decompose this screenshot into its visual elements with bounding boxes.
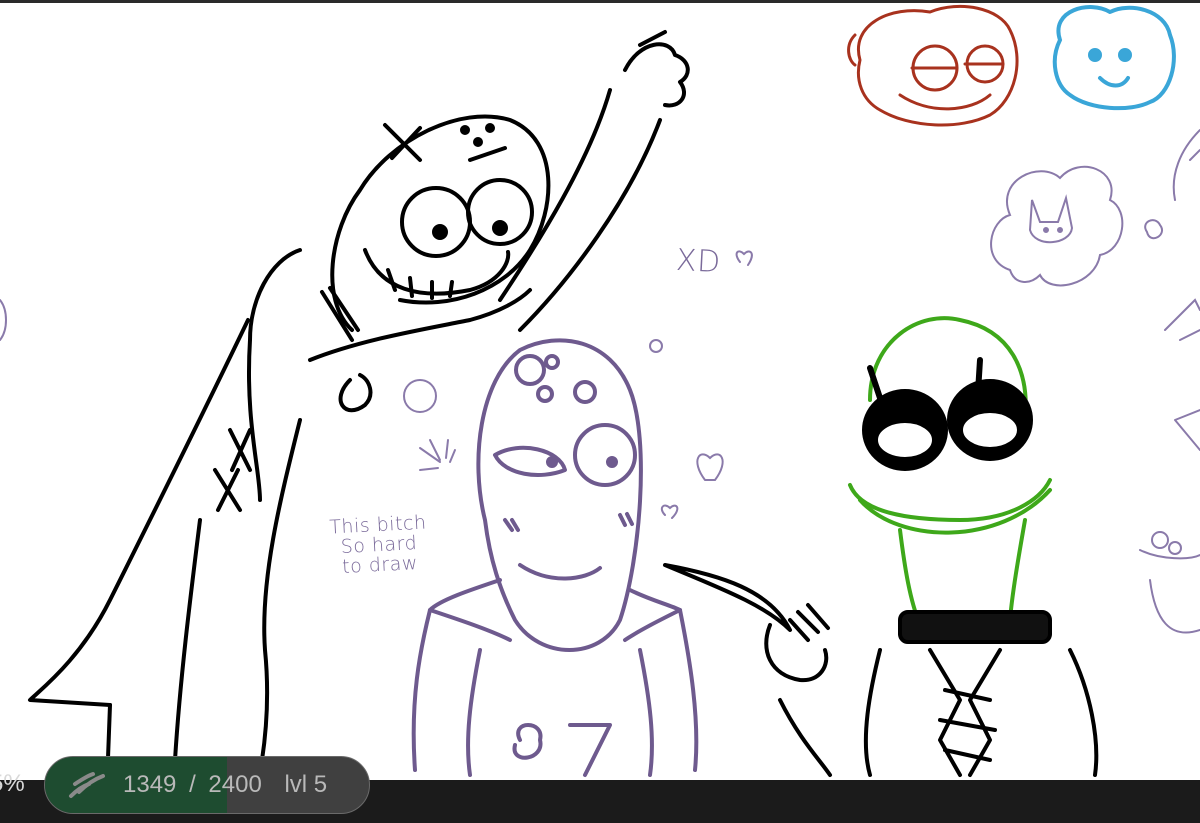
- zoom-level: 5%: [0, 770, 25, 797]
- progress-text: 1349 / 2400 lvl 5: [123, 771, 333, 799]
- sketch-layer: [0, 4, 1200, 777]
- purple-character-sketch: [411, 338, 699, 777]
- progress-separator: /: [189, 771, 196, 798]
- progress-level: lvl 5: [284, 771, 328, 798]
- progress-current: 1349: [123, 771, 177, 798]
- green-character-outfit: [663, 563, 1099, 777]
- blue-face-sketch: [1052, 5, 1176, 111]
- progress-indicator[interactable]: 1349 / 2400 lvl 5: [44, 756, 370, 814]
- red-face-sketch: [847, 4, 1019, 127]
- xd-annotation: XD: [675, 242, 722, 281]
- handwritten-note: This bitch So hard to draw: [313, 512, 446, 580]
- drawing-canvas[interactable]: XD This bitch So hard to draw: [0, 0, 1200, 780]
- green-character-eyes: [862, 357, 1033, 471]
- black-character-sketch: [28, 30, 690, 762]
- green-character-sketch: [848, 316, 1052, 627]
- progress-total: 2400: [208, 771, 262, 798]
- brush-strokes-icon: [69, 772, 105, 798]
